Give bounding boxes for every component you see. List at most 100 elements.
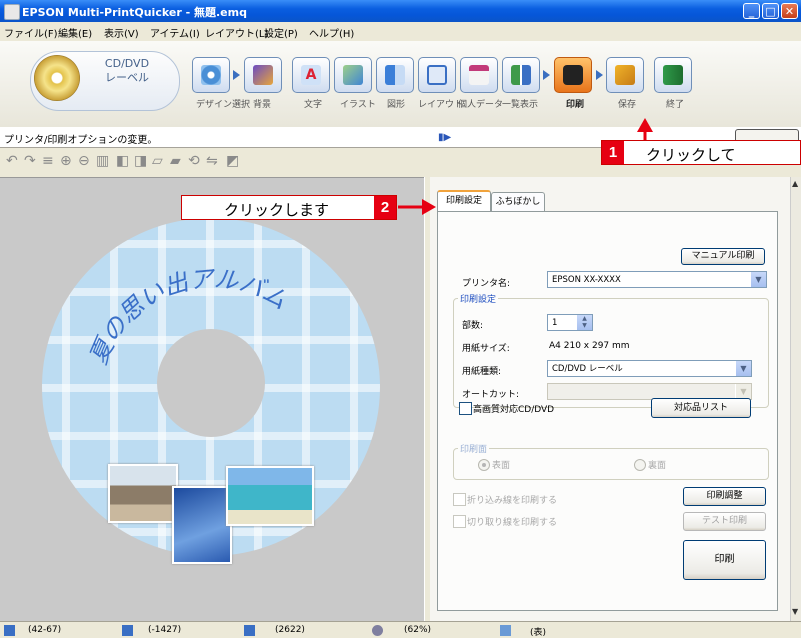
toolbar-label-print: 印刷 [566,100,585,110]
background-icon [253,65,273,85]
print-adjust-button[interactable]: 印刷調整 [683,487,766,506]
cut-line-label: 切り取り線を印刷する [467,518,558,528]
cd-dvd-label-title: CD/DVD レーベル [104,57,150,84]
bring-front-icon[interactable]: ◧ [116,153,129,169]
edit-toolbar: ↶ ↷ ≡ ⊕ ⊖ ▥ ◧ ◨ ▱ ▰ ⟲ ⇋ ◩ [0,148,420,174]
status-position: (2622) [275,625,305,635]
toolbar-background-button[interactable] [244,57,282,93]
menu-help[interactable]: ヘルプ(H) [309,25,354,40]
status-zoom: (62%) [404,625,432,635]
toolbar-label-personal-data: 個人データ [458,100,504,110]
toolbar-exit-button[interactable] [654,57,692,93]
zoom-icon [372,625,383,636]
align-icon[interactable]: ≡ [42,153,54,169]
rotate-icon[interactable]: ⟲ [188,153,200,169]
side-icon [500,625,511,636]
toolbar-label-shape: 図形 [387,100,406,110]
copies-value: 1 [552,318,558,328]
delete-icon[interactable]: ▥ [96,153,109,169]
photo-beach-image[interactable] [108,464,178,523]
front-side-radio[interactable] [478,459,490,471]
cd-disc-icon [34,55,80,101]
zoom-in-icon[interactable]: ⊕ [60,153,72,169]
toolbar-label-layout: レイアウト [418,100,464,110]
save-icon [615,65,635,85]
toolbar-save-button[interactable] [606,57,644,93]
stepper-icon[interactable]: ▲ ▼ [576,315,592,330]
toolbar-print-button[interactable] [554,57,592,93]
cd-center-hole [157,329,265,437]
properties-icon[interactable]: ◩ [226,153,239,169]
scroll-up-icon[interactable]: ▲ [792,179,798,188]
flip-icon[interactable]: ⇋ [206,153,218,169]
layout-icon [427,65,447,85]
toolbar-label-illustration: イラスト [340,100,376,110]
menu-layout[interactable]: レイアウト(L) [205,25,268,40]
group-icon[interactable]: ▱ [152,153,163,169]
status-bar: (42-67) (-1427) (2622) (62%) (表) [0,621,801,638]
menu-view[interactable]: 表示(V) [104,25,139,40]
toolbar-layout-button[interactable] [418,57,456,93]
toolbar-illustration-button[interactable] [334,57,372,93]
hq-cd-dvd-checkbox[interactable] [459,402,472,415]
menu-bar: ファイル(F) 編集(E) 表示(V) アイテム(I) レイアウト(L) 設定(… [0,22,801,42]
chevron-down-icon[interactable]: ▼ [735,361,751,376]
tab-edge-blur[interactable]: ふちぼかし [491,192,545,211]
test-print-button[interactable]: テスト印刷 [683,512,766,531]
zoom-out-icon[interactable]: ⊖ [78,153,90,169]
title-bar[interactable]: EPSON Multi-PrintQuicker - 無題.emq _ □ ✕ [0,0,801,22]
fold-line-label: 折り込み線を印刷する [467,496,558,506]
toolbar-label-exit: 終了 [666,100,685,110]
toolbar-label-design-select: デザイン選択 [196,100,251,110]
toolbar-shape-button[interactable] [376,57,414,93]
menu-edit[interactable]: 編集(E) [58,25,92,40]
menu-item[interactable]: アイテム(I) [150,25,200,40]
paper-size-label: 用紙サイズ: [462,344,510,354]
printer-label: プリンタ名: [462,279,511,289]
step-arrow-icon [596,70,603,80]
ungroup-icon[interactable]: ▰ [170,153,181,169]
vertical-scrollbar[interactable]: ▲ ▼ [790,177,801,621]
step1-number: 1 [602,141,624,164]
copies-label: 部数: [462,321,484,331]
back-side-radio[interactable] [634,459,646,471]
personal-data-icon [469,65,489,85]
step1-callout: 1 クリックして [601,140,801,165]
toolbar-list-view-button[interactable] [502,57,540,93]
status-side: (表) [530,628,547,638]
next-step-icon[interactable]: ▮▶ [438,132,451,143]
minimize-button[interactable]: _ [743,3,760,19]
send-back-icon[interactable]: ◨ [134,153,147,169]
toolbar-label-list-view: 一覧表示 [502,100,539,110]
tab-print-settings[interactable]: 印刷設定 [437,190,491,212]
printer-select[interactable]: EPSON XX-XXXX ▼ [547,271,767,288]
paper-type-value: CD/DVD レーベル [552,364,623,374]
paper-type-label: 用紙種類: [462,367,502,377]
photo-sea-image[interactable] [226,466,314,526]
illustration-icon [343,65,363,85]
chevron-down-icon[interactable]: ▼ [750,272,766,287]
toolbar-personal-data-button[interactable] [460,57,498,93]
menu-file[interactable]: ファイル(F) [4,25,58,40]
scroll-down-icon[interactable]: ▼ [792,607,798,616]
photo-trees-image[interactable] [172,486,232,564]
list-view-icon [511,65,531,85]
toolbar-design-select-button[interactable] [192,57,230,93]
print-button[interactable]: 印刷 [683,540,766,580]
paper-type-select[interactable]: CD/DVD レーベル ▼ [547,360,752,377]
redo-icon[interactable]: ↷ [24,153,36,169]
autocut-label: オートカット: [462,390,520,400]
menu-settings[interactable]: 設定(P) [264,25,298,40]
toolbar-text-button[interactable]: A [292,57,330,93]
status-coords: (42-67) [28,625,62,635]
cut-line-checkbox[interactable] [453,515,466,528]
hint-text: プリンタ/印刷オプションの変更。 [4,135,158,146]
app-icon [4,4,20,20]
maximize-button[interactable]: □ [762,3,779,19]
close-button[interactable]: ✕ [781,3,798,19]
compatible-list-button[interactable]: 対応品リスト [651,398,751,418]
undo-icon[interactable]: ↶ [6,153,18,169]
manual-print-button[interactable]: マニュアル印刷 [681,248,765,265]
copies-stepper[interactable]: 1 ▲ ▼ [547,314,593,331]
fold-line-checkbox[interactable] [453,493,466,506]
